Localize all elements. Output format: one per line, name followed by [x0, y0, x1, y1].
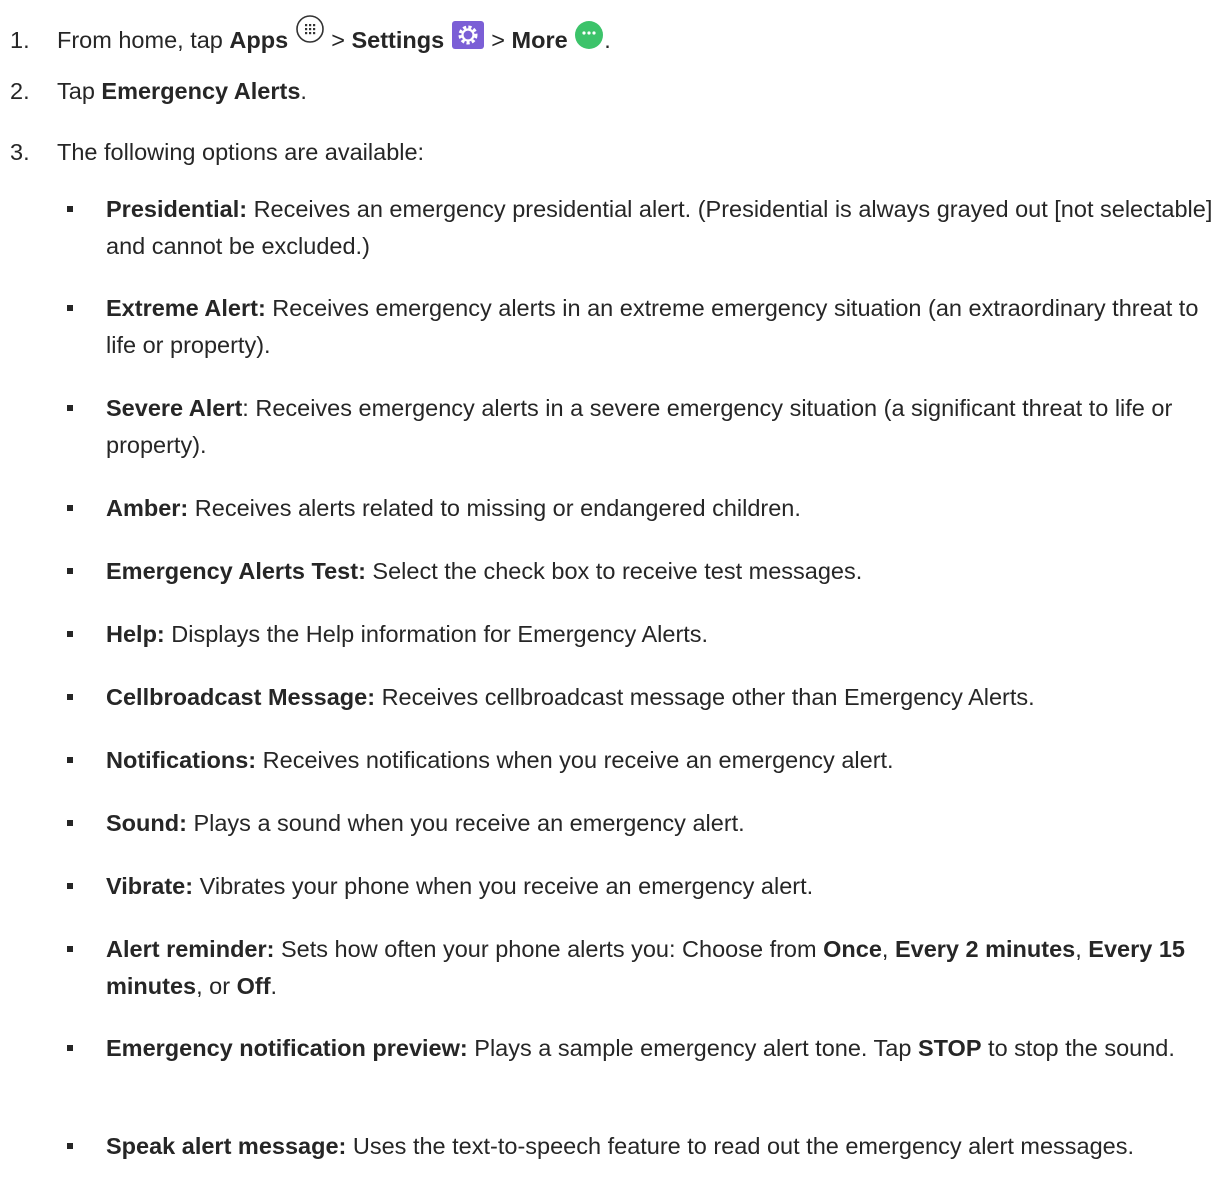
step-text: The following options are available:	[57, 139, 425, 165]
step-number: 2.	[10, 78, 30, 104]
step-1: 1. From home, tap Apps > Settings > More …	[10, 14, 611, 56]
option-desc: Select the check box to receive test mes…	[365, 558, 863, 584]
bullet-icon	[67, 694, 73, 700]
option-desc: Receives notifications when you receive …	[256, 747, 894, 773]
option-desc: Vibrates your phone when you receive an …	[193, 873, 814, 899]
bullet-icon	[67, 946, 73, 952]
option-label: Notifications:	[106, 747, 257, 773]
option-label: Presidential:	[106, 196, 248, 222]
option-label: Amber:	[106, 495, 189, 521]
step-end: .	[300, 78, 307, 104]
option-label: Alert reminder:	[106, 936, 275, 962]
choice-once: Once	[823, 936, 882, 962]
step-number: 1.	[10, 27, 30, 53]
comma: ,	[1075, 936, 1089, 962]
bullet-icon	[67, 405, 73, 411]
separator: >	[484, 27, 512, 53]
option-label: Emergency Alerts Test:	[106, 558, 366, 584]
separator: >	[324, 27, 352, 53]
bullet-icon	[67, 883, 73, 889]
step-2: 2. Tap Emergency Alerts.	[10, 78, 307, 105]
bullet-icon	[67, 505, 73, 511]
step-text: Tap	[57, 78, 102, 104]
settings-gear-icon	[451, 20, 485, 56]
option-desc: Receives cellbroadcast message other tha…	[375, 684, 1035, 710]
bullet-icon	[67, 568, 73, 574]
apps-label: Apps	[229, 27, 289, 53]
apps-icon	[295, 14, 325, 50]
period: .	[270, 973, 278, 999]
option-label: Sound:	[106, 810, 187, 836]
option-desc: to stop the sound.	[981, 1035, 1175, 1061]
option-label: Severe Alert	[106, 395, 243, 421]
emergency-alerts-label: Emergency Alerts	[101, 78, 301, 104]
option-label: Extreme Alert:	[106, 295, 266, 321]
bullet-icon	[67, 1143, 73, 1149]
option-desc: Displays the Help information for Emerge…	[164, 621, 709, 647]
option-desc: Receives an emergency presidential alert…	[106, 196, 1213, 259]
stop-label: STOP	[917, 1035, 982, 1061]
option-desc: : Receives emergency alerts in a severe …	[106, 395, 1173, 458]
step-3: 3. The following options are available:	[10, 139, 424, 166]
option-desc: Receives alerts related to missing or en…	[188, 495, 801, 521]
option-desc: Uses the text-to-speech feature to read …	[346, 1133, 1135, 1159]
bullet-icon	[67, 757, 73, 763]
bullet-icon	[67, 305, 73, 311]
option-desc: Receives emergency alerts in an extreme …	[106, 295, 1199, 358]
choice-every-2-minutes: Every 2 minutes	[894, 936, 1076, 962]
bullet-icon	[67, 820, 73, 826]
option-label: Emergency notification preview:	[106, 1035, 468, 1061]
bullet-icon	[67, 1045, 73, 1051]
step-end: .	[604, 27, 611, 53]
step-text: From home, tap	[57, 27, 230, 53]
choice-off: Off	[236, 973, 271, 999]
conjunction: , or	[196, 973, 237, 999]
option-label: Speak alert message:	[106, 1133, 347, 1159]
comma: ,	[881, 936, 895, 962]
option-desc: Plays a sound when you receive an emerge…	[186, 810, 745, 836]
settings-label: Settings	[351, 27, 445, 53]
bullet-icon	[67, 631, 73, 637]
step-number: 3.	[10, 139, 30, 165]
option-label: Help:	[106, 621, 165, 647]
option-label: Cellbroadcast Message:	[106, 684, 376, 710]
option-desc: Plays a sample emergency alert tone. Tap	[467, 1035, 918, 1061]
bullet-icon	[67, 206, 73, 212]
more-dots-icon	[574, 20, 604, 56]
option-desc: Sets how often your phone alerts you: Ch…	[274, 936, 824, 962]
option-label: Vibrate:	[106, 873, 194, 899]
more-label: More	[511, 27, 568, 53]
